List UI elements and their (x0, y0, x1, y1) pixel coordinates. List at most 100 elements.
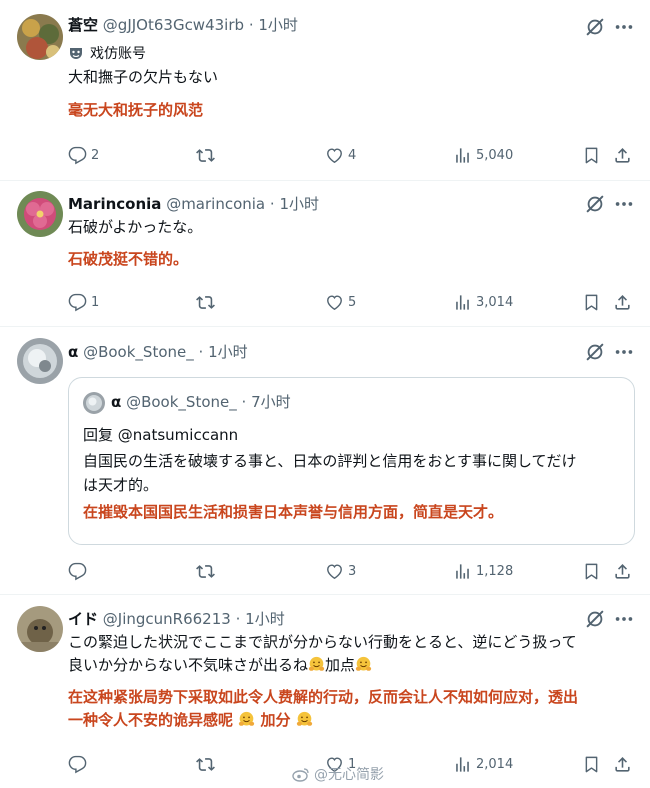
quoted-reply-to[interactable]: 回复 @natsumiccann (83, 423, 238, 447)
views-bar-icon (453, 293, 472, 312)
reply-bubble-icon (68, 755, 87, 774)
more-horizontal-icon[interactable] (612, 16, 636, 38)
translation-text: 石破茂挺不错的。 (68, 250, 189, 268)
handle[interactable]: @Book_Stone_ (83, 343, 194, 361)
bookmark-button[interactable] (582, 752, 601, 776)
repost-button[interactable] (196, 143, 215, 167)
parody-label: 戏仿账号 (68, 43, 146, 63)
handle[interactable]: @JingcunR66213 (103, 610, 231, 628)
translation-line-2a: 一种令人不安的诡异感呢 (68, 711, 234, 729)
repost-button[interactable] (196, 290, 215, 314)
more-horizontal-icon[interactable] (612, 193, 636, 215)
repost-button[interactable] (196, 752, 215, 776)
reply-button[interactable] (68, 752, 87, 776)
quoted-translation: 在摧毁本国国民生活和损害日本声誉与信用方面，简直是天才。 (83, 503, 504, 521)
display-name[interactable]: α (68, 343, 78, 361)
more-horizontal-icon[interactable] (612, 608, 636, 630)
grok-slash-icon[interactable] (584, 16, 606, 38)
repost-button[interactable] (196, 559, 215, 583)
views-button[interactable]: 1,128 (453, 559, 513, 583)
share-icon (613, 146, 632, 165)
heart-icon (325, 562, 344, 581)
share-icon (613, 293, 632, 312)
display-name[interactable]: Marinconia (68, 195, 161, 213)
like-button[interactable]: 3 (325, 559, 356, 583)
hugging-face-emoji (238, 711, 255, 728)
post-text-line-2: 良いか分からない不気味さが出るね 加点 (68, 654, 372, 676)
avatar[interactable] (17, 606, 63, 652)
handle[interactable]: @marinconia (166, 195, 265, 213)
bookmark-button[interactable] (582, 143, 601, 167)
share-button[interactable] (613, 752, 632, 776)
reply-bubble-icon (68, 293, 87, 312)
view-count: 3,014 (476, 294, 514, 310)
quoted-text-line-1: 自国民の生活を破壊する事と、日本の評判と信用をおとす事に関してだけ (83, 452, 577, 470)
hugging-face-emoji (308, 656, 325, 673)
hugging-face-emoji (296, 711, 313, 728)
views-bar-icon (453, 146, 472, 165)
views-button[interactable]: 5,040 (453, 143, 513, 167)
post-3[interactable]: α @Book_Stone_ · 1小时 α @Book_Stone_ · 7小… (0, 327, 650, 593)
reply-button[interactable]: 1 (68, 290, 99, 314)
bookmark-icon (582, 755, 601, 774)
action-bar: 1 5 3,014 (0, 290, 650, 314)
share-button[interactable] (613, 143, 632, 167)
post-header: 蒼空 @gJJOt63Gcw43irb · 1小时 (68, 14, 298, 35)
translation-line-2: 一种令人不安的诡异感呢 加分 (68, 709, 313, 731)
bookmark-button[interactable] (582, 559, 601, 583)
post-2[interactable]: Marinconia @marinconia · 1小时 石破がよかったな。 石… (0, 181, 650, 326)
views-button[interactable]: 2,014 (453, 752, 513, 776)
translation-text: 毫无大和抚子的风范 (68, 101, 204, 119)
views-bar-icon (453, 755, 472, 774)
avatar[interactable] (17, 338, 63, 384)
reply-button[interactable] (68, 559, 87, 583)
views-button[interactable]: 3,014 (453, 290, 513, 314)
bookmark-button[interactable] (582, 290, 601, 314)
post-4[interactable]: イド @JingcunR66213 · 1小时 この緊迫した状況でここまで訳が分… (0, 595, 650, 788)
quoted-timestamp: · 7小时 (241, 393, 291, 411)
watermark-text: @无心简影 (314, 767, 384, 783)
reply-button[interactable]: 2 (68, 143, 99, 167)
avatar[interactable] (17, 191, 63, 237)
reply-count: 2 (91, 147, 100, 163)
timestamp[interactable]: · 1小时 (249, 16, 298, 34)
action-bar: 3 1,128 (0, 559, 650, 583)
reply-count: 1 (91, 294, 100, 310)
timestamp[interactable]: · 1小时 (236, 610, 285, 628)
like-button[interactable]: 5 (325, 290, 356, 314)
reply-bubble-icon (68, 562, 87, 581)
heart-icon (325, 293, 344, 312)
post-text-line-1: この緊迫した状況でここまで訳が分からない行動をとると、逆にどう扱って (68, 633, 577, 651)
share-button[interactable] (613, 559, 632, 583)
translation-line-2b: 加分 (260, 711, 291, 729)
like-button[interactable]: 4 (325, 143, 356, 167)
timestamp[interactable]: · 1小时 (270, 195, 319, 213)
parody-label-text: 戏仿账号 (90, 46, 146, 62)
share-icon (613, 755, 632, 774)
grok-slash-icon[interactable] (584, 608, 606, 630)
avatar[interactable] (17, 14, 63, 60)
bookmark-icon (582, 293, 601, 312)
quoted-header: α @Book_Stone_ · 7小时 (111, 391, 291, 412)
bookmark-icon (582, 562, 601, 581)
view-count: 5,040 (476, 147, 514, 163)
weibo-icon (292, 767, 309, 782)
post-text: 大和撫子の欠片もない (68, 68, 219, 86)
grok-slash-icon[interactable] (584, 193, 606, 215)
share-button[interactable] (613, 290, 632, 314)
grok-slash-icon[interactable] (584, 341, 606, 363)
display-name[interactable]: イド (68, 610, 98, 628)
hugging-face-emoji (355, 656, 372, 673)
like-count: 4 (348, 147, 357, 163)
post-1[interactable]: 蒼空 @gJJOt63Gcw43irb · 1小时 戏仿账号 大和撫子の欠片もな… (0, 0, 650, 180)
post-header: イド @JingcunR66213 · 1小时 (68, 608, 285, 629)
more-horizontal-icon[interactable] (612, 341, 636, 363)
like-count: 3 (348, 563, 357, 579)
bookmark-icon (582, 146, 601, 165)
handle[interactable]: @gJJOt63Gcw43irb (103, 16, 244, 34)
quoted-post[interactable]: α @Book_Stone_ · 7小时 回复 @natsumiccann 自国… (68, 377, 635, 545)
repost-icon (196, 562, 215, 581)
post-header: α @Book_Stone_ · 1小时 (68, 341, 248, 362)
display-name[interactable]: 蒼空 (68, 16, 98, 34)
timestamp[interactable]: · 1小时 (199, 343, 248, 361)
